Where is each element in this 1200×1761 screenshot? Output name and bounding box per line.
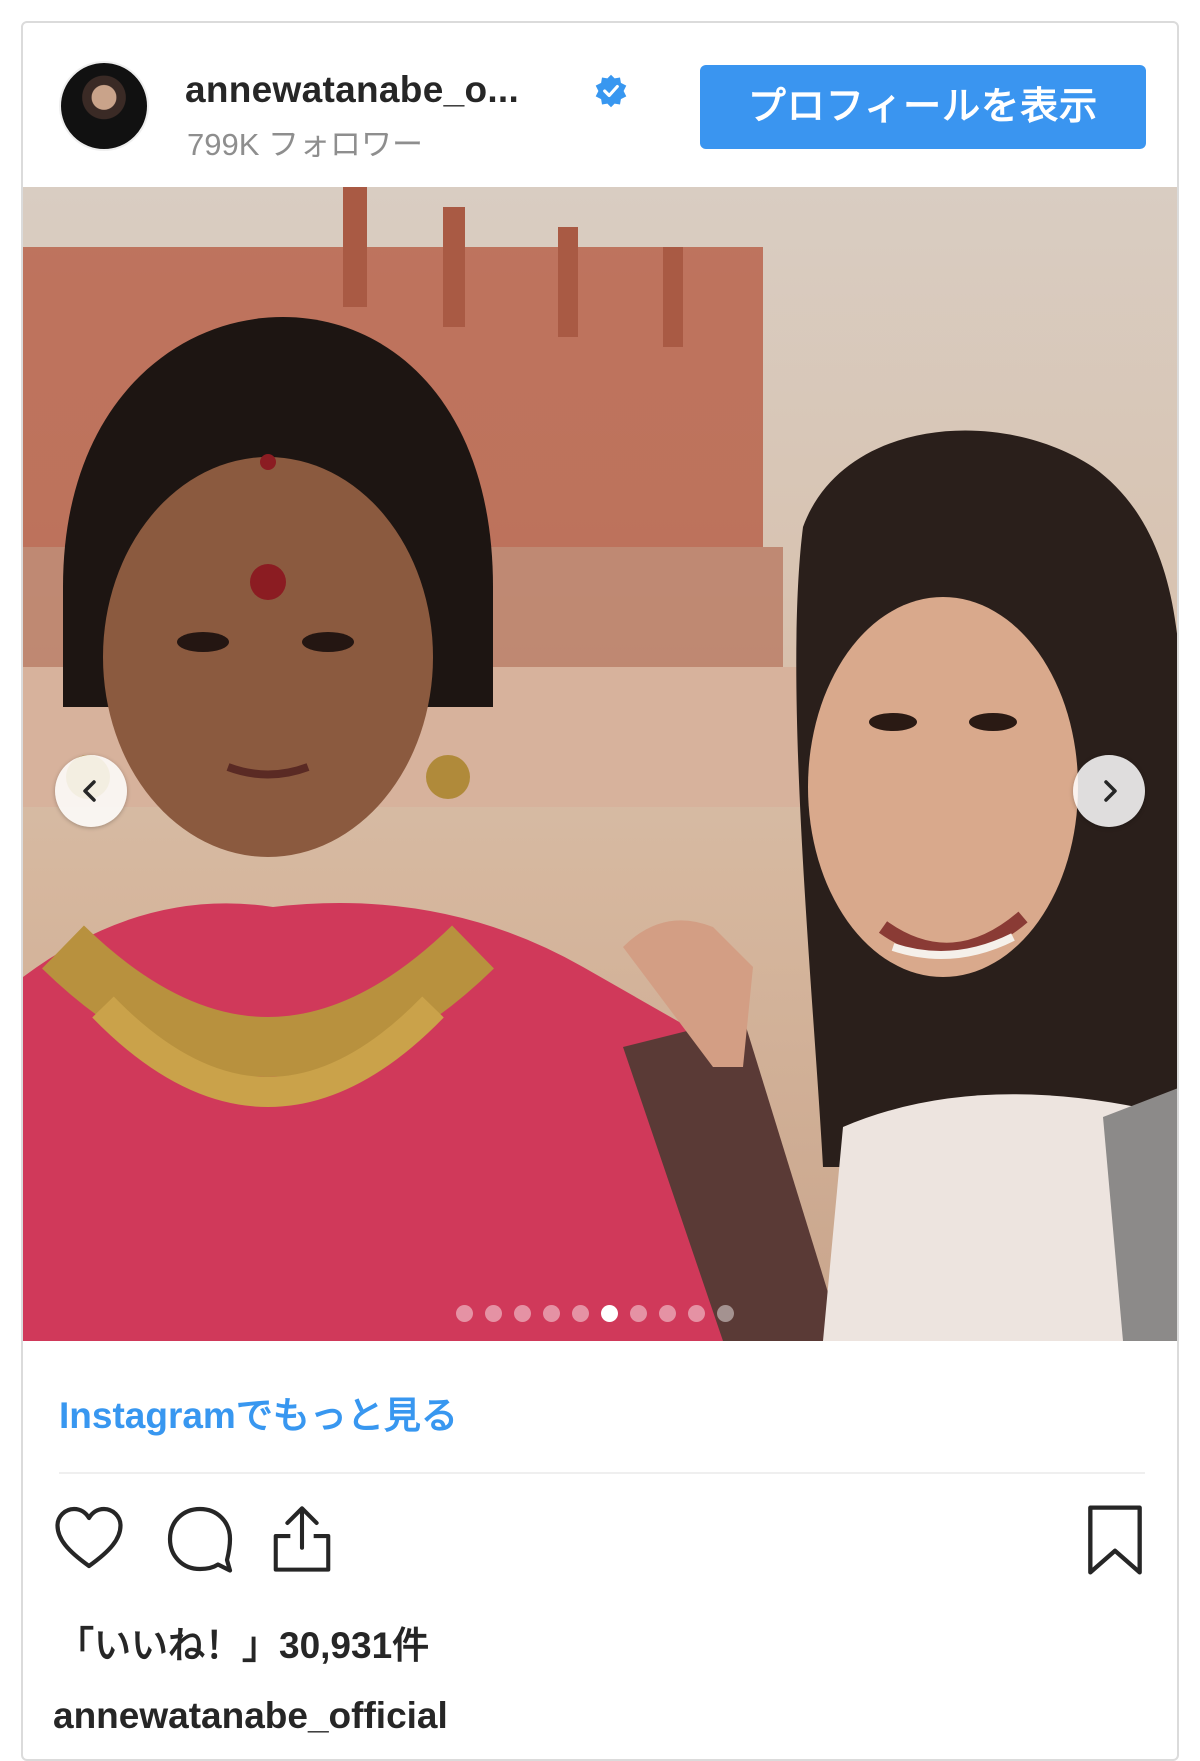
instagram-embed-card: annewatanabe_o... 799K フォロワー プロフィールを表示 I… <box>21 21 1179 1761</box>
carousel-dot <box>456 1305 473 1322</box>
heart-icon[interactable] <box>51 1503 127 1575</box>
profile-avatar[interactable] <box>59 61 149 151</box>
username[interactable]: annewatanabe_o... <box>185 69 519 111</box>
follower-count: 799K フォロワー <box>187 127 424 162</box>
chevron-left-icon <box>83 780 96 802</box>
carousel-dot <box>630 1305 647 1322</box>
carousel-dot <box>717 1305 734 1322</box>
more-on-instagram-link[interactable]: Instagramでもっと見る <box>59 1385 458 1439</box>
carousel-dot <box>688 1305 705 1322</box>
share-icon[interactable] <box>267 1503 337 1575</box>
carousel-next-button[interactable] <box>1073 755 1145 827</box>
post-header: annewatanabe_o... 799K フォロワー プロフィールを表示 <box>23 23 1177 187</box>
carousel-dot <box>659 1305 676 1322</box>
carousel-dot <box>543 1305 560 1322</box>
chevron-right-icon <box>1104 780 1117 802</box>
bookmark-icon[interactable] <box>1083 1503 1147 1577</box>
view-profile-button[interactable]: プロフィールを表示 <box>700 65 1146 149</box>
carousel-prev-button[interactable] <box>55 755 127 827</box>
verified-badge-icon <box>595 74 627 108</box>
comment-icon[interactable] <box>163 1503 237 1575</box>
like-count: 「いいね！」30,931件 <box>57 1625 430 1666</box>
carousel-dot <box>514 1305 531 1322</box>
post-owner-username[interactable]: annewatanabe_official <box>53 1695 448 1737</box>
divider <box>59 1472 1145 1474</box>
photo-illustration <box>23 187 1177 1341</box>
carousel-dot <box>572 1305 589 1322</box>
post-photo[interactable] <box>23 187 1177 1341</box>
carousel-indicator <box>456 1305 734 1325</box>
carousel-dot <box>601 1305 618 1322</box>
carousel-dot <box>485 1305 502 1322</box>
